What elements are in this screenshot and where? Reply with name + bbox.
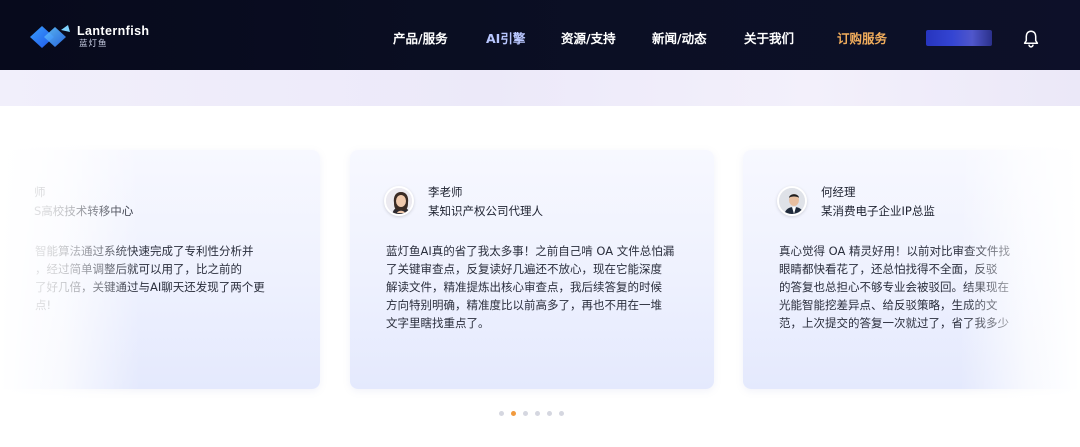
testimonial-quote: 智能算法通过系统快速完成了专利性分析并 ，经过简单调整后就可以用了，比之前的 了…: [35, 244, 265, 312]
testimonial-title: S高校技术转移中心: [34, 204, 134, 218]
pagination-dot[interactable]: [547, 411, 552, 416]
carousel-pagination: [499, 411, 565, 419]
avatar-man-icon: [779, 188, 805, 214]
nav-ai-engine[interactable]: AI引擎: [486, 30, 525, 48]
testimonial-quote: 真心觉得 OA 精灵好用！以前对比审查文件找 眼睛都快看花了，还总怕找得不全面，…: [779, 244, 1011, 330]
testimonial-card[interactable]: 李老师 某知识产权公司代理人 蓝灯鱼AI真的省了我太多事！之前自己啃 OA 文件…: [350, 150, 714, 389]
avatar: [384, 186, 414, 216]
nav-products[interactable]: 产品/服务: [393, 30, 448, 48]
nav-resources[interactable]: 资源/支持: [561, 30, 616, 48]
avatar: [777, 186, 807, 216]
user-account-blurred[interactable]: [926, 30, 992, 46]
testimonial-card[interactable]: 师 S高校技术转移中心 智能算法通过系统快速完成了专利性分析并 ，经过简单调整后…: [0, 150, 320, 389]
testimonial-name: 师: [34, 185, 46, 199]
testimonial-name: 何经理: [821, 185, 856, 199]
testimonial-carousel[interactable]: 师 S高校技术转移中心 智能算法通过系统快速完成了专利性分析并 ，经过简单调整后…: [0, 106, 1080, 447]
nav-subscribe[interactable]: 订购服务: [837, 30, 887, 48]
testimonial-name: 李老师: [428, 185, 463, 199]
testimonial-title: 某消费电子企业IP总监: [821, 204, 935, 218]
testimonial-card[interactable]: 何经理 某消费电子企业IP总监 真心觉得 OA 精灵好用！以前对比审查文件找 眼…: [743, 150, 1080, 389]
brand-name: Lanternfish: [77, 24, 150, 38]
lanternfish-logo-icon: [30, 25, 70, 48]
nav-about[interactable]: 关于我们: [744, 30, 794, 48]
brand-subtitle: 蓝灯鱼: [79, 39, 108, 49]
bell-icon[interactable]: [1022, 29, 1040, 49]
pagination-dot[interactable]: [559, 411, 564, 416]
brand-logo[interactable]: Lanternfish 蓝灯鱼: [28, 18, 153, 56]
top-navbar: Lanternfish 蓝灯鱼 产品/服务 AI引擎 资源/支持 新闻/动态 关…: [0, 0, 1080, 70]
pagination-dot[interactable]: [535, 411, 540, 416]
nav-news[interactable]: 新闻/动态: [652, 30, 707, 48]
hero-banner-bottom: [0, 70, 1080, 106]
pagination-dot-active[interactable]: [511, 411, 516, 416]
avatar-woman-icon: [386, 188, 412, 214]
pagination-dot[interactable]: [523, 411, 528, 416]
testimonial-quote: 蓝灯鱼AI真的省了我太多事！之前自己啃 OA 文件总怕漏 了关键审查点，反复读好…: [386, 244, 675, 330]
testimonial-title: 某知识产权公司代理人: [428, 204, 543, 218]
pagination-dot[interactable]: [499, 411, 504, 416]
